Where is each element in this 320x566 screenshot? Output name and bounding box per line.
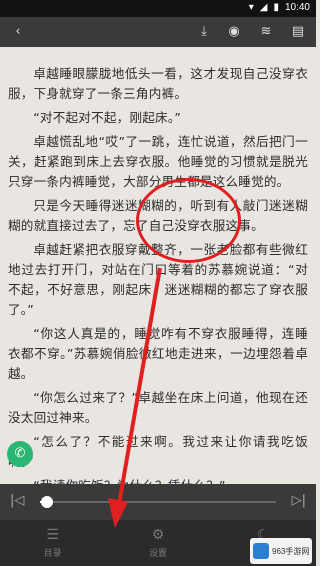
paragraph: “怎么了？不能过来啊。我过来让你请我吃饭啊。” [8, 434, 308, 469]
play-circle-icon[interactable]: ◉ [226, 24, 242, 40]
skip-previous-icon[interactable]: |◁ [10, 493, 24, 508]
back-arrow-icon[interactable]: ‹ [10, 24, 26, 40]
progress-thumb[interactable] [41, 496, 54, 508]
watermark-logo-icon [253, 543, 269, 559]
download-icon[interactable]: ⤓ [196, 24, 212, 40]
paragraph: 卓越慌乱地“哎”了一跳，连忙说道，然后把门一关，赶紧跑到床上去穿衣服。他睡觉的习… [8, 134, 308, 189]
wifi-icon: ▾ [248, 2, 254, 13]
chat-bubble-icon[interactable]: ✆ [7, 441, 33, 467]
status-time: 10:40 [284, 2, 310, 13]
watermark-text: 963手游网 [272, 546, 310, 556]
progress-track[interactable] [40, 496, 276, 508]
paragraph: “对不起对不起，刚起床。” [33, 110, 182, 125]
paragraph: 卓越赶紧把衣服穿戴整齐，一张老脸都有些微红地过去打开门，对站在门口等着的苏慕婉说… [8, 242, 308, 317]
book-icon[interactable]: ▤ [290, 24, 306, 40]
nav-item-contents[interactable]: ☰ 目录 [0, 520, 105, 566]
signal-icon: ◢ [259, 2, 268, 13]
skip-next-icon[interactable]: ▷| [292, 493, 306, 508]
paragraph: “你这人真是的，睡觉咋有不穿衣服睡得，连睡衣都不穿。”苏慕婉俏脸微红地走进来，一… [8, 326, 308, 381]
bookmark-icon[interactable]: ≋ [258, 24, 274, 40]
status-bar: ▾ ◢ ▮ 10:40 [0, 0, 316, 17]
nav-item-label: 目录 [43, 549, 62, 559]
paragraph: 只是今天睡得迷迷糊糊的，听到有人敲门迷迷糊糊的就直接过去了，忘了自己没穿衣服这事… [8, 198, 308, 233]
menu-list-icon: ☰ [46, 527, 59, 543]
site-watermark: 963手游网 [250, 538, 312, 564]
nav-item-label: 设置 [148, 549, 167, 559]
chapter-progress-bar: |◁ ▷| [0, 484, 316, 520]
paragraph: 卓越睡眼朦胧地低头一看，这才发现自己没穿衣服，下身就穿了一条三角内裤。 [8, 66, 308, 101]
chapter-content: 卓越睡眼朦胧地低头一看，这才发现自己没穿衣服，下身就穿了一条三角内裤。 “对不起… [8, 64, 308, 500]
paragraph: “你怎么过来了？”卓越坐在床上问道，他现在还没太回过神来。 [8, 390, 308, 425]
reader-toolbar: ‹ ⤓ ◉ ≋ ▤ [0, 17, 316, 47]
settings-icon: ⚙ [151, 527, 165, 543]
nav-item-settings[interactable]: ⚙ 设置 [105, 520, 210, 566]
battery-icon: ▮ [273, 2, 279, 13]
